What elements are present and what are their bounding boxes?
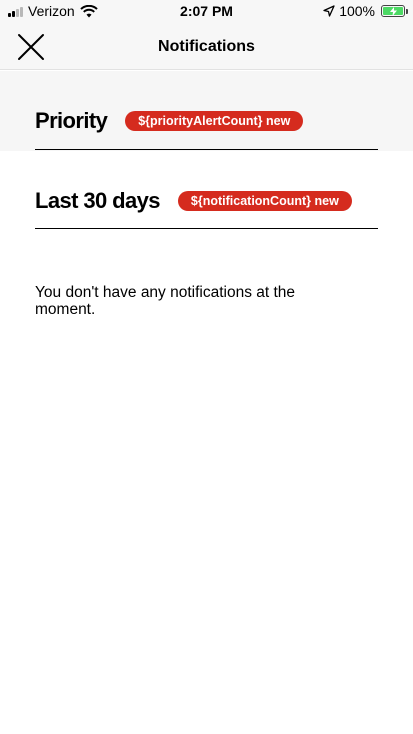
- last30-divider: [35, 228, 378, 229]
- status-bar: Verizon 2:07 PM 100%: [0, 0, 413, 22]
- empty-state-message: You don't have any notifications at the …: [35, 284, 296, 318]
- priority-section: Priority ${priorityAlertCount} new: [0, 71, 413, 151]
- battery-icon: [381, 5, 408, 17]
- last30-title: Last 30 days: [35, 188, 160, 213]
- status-right: 100%: [323, 3, 408, 19]
- page-title: Notifications: [158, 38, 255, 55]
- battery-percent: 100%: [339, 3, 375, 19]
- nav-bar: Notifications: [0, 22, 413, 70]
- last30-header[interactable]: Last 30 days ${notificationCount} new: [35, 188, 352, 214]
- priority-badge: ${priorityAlertCount} new: [125, 111, 304, 131]
- priority-divider: [35, 149, 378, 150]
- charging-bolt-icon: [389, 6, 397, 16]
- priority-title: Priority: [35, 108, 108, 133]
- last30-badge: ${notificationCount} new: [177, 191, 352, 211]
- location-arrow-icon: [323, 5, 335, 17]
- priority-header[interactable]: Priority ${priorityAlertCount} new: [35, 108, 304, 134]
